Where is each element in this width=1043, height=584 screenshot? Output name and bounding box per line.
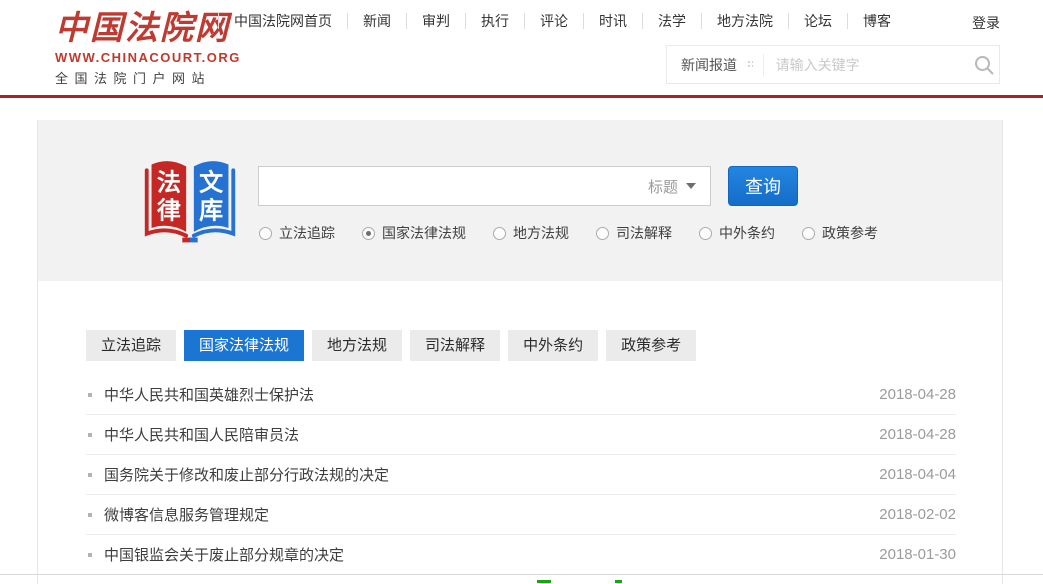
list-item: 中华人民共和国人民陪审员法 2018-04-28: [86, 415, 956, 455]
radio-legislation-tracking[interactable]: 立法追踪: [259, 223, 335, 243]
top-nav: 中国法院网首页 新闻 审判 执行 评论 时讯 法学 地方法院 论坛 博客: [218, 12, 906, 30]
law-title-link[interactable]: 国务院关于修改和废止部分行政法规的决定: [104, 464, 879, 485]
tab-local-regulations[interactable]: 地方法规: [312, 330, 402, 361]
login-link[interactable]: 登录: [972, 13, 1000, 33]
site-logo-subtitle: 全国法院门户网站: [55, 68, 255, 87]
site-logo-url: WWW.CHINACOURT.ORG: [55, 50, 255, 65]
nav-item-current[interactable]: 时讯: [583, 13, 642, 29]
bullet-icon: [88, 393, 92, 397]
radio-local-regulations[interactable]: 地方法规: [493, 223, 569, 243]
bullet-icon: [88, 433, 92, 437]
nav-item-forum[interactable]: 论坛: [788, 13, 847, 29]
radio-treaties[interactable]: 中外条约: [699, 223, 775, 243]
bullet-icon: [88, 473, 92, 477]
radio-policy-reference[interactable]: 政策参考: [802, 223, 878, 243]
radio-icon: [493, 227, 506, 240]
content-column: 法 律 文 库 标题 查询 立法追踪 国家法律法规 地方法规: [37, 120, 1003, 584]
search-category-label[interactable]: 新闻报道: [667, 55, 747, 75]
search-submit-button[interactable]: [969, 46, 999, 83]
law-date: 2018-04-04: [879, 466, 956, 483]
tab-national-laws[interactable]: 国家法律法规: [184, 330, 304, 361]
svg-text:文: 文: [199, 168, 224, 196]
law-search-field: 标题: [258, 166, 711, 206]
law-search-input[interactable]: [259, 167, 634, 205]
law-search-submit-button[interactable]: 查询: [728, 166, 798, 206]
nav-item-comment[interactable]: 评论: [524, 13, 583, 29]
nav-item-legal-studies[interactable]: 法学: [642, 13, 701, 29]
radio-judicial-interpretation[interactable]: 司法解释: [596, 223, 672, 243]
law-date: 2018-04-28: [879, 386, 956, 403]
list-item: 中华人民共和国英雄烈士保护法 2018-04-28: [86, 375, 956, 415]
radio-icon: [699, 227, 712, 240]
chevron-down-icon: [686, 183, 696, 189]
law-title-link[interactable]: 微博客信息服务管理规定: [104, 504, 879, 525]
law-date: 2018-02-02: [879, 506, 956, 523]
red-divider-rule: [0, 95, 1043, 98]
radio-icon: [259, 227, 272, 240]
law-title-link[interactable]: 中华人民共和国人民陪审员法: [104, 424, 879, 445]
law-category-radio-group: 立法追踪 国家法律法规 地方法规 司法解释 中外条约 政策参考: [259, 223, 905, 243]
search-field-dropdown[interactable]: 标题: [634, 176, 710, 197]
law-title-link[interactable]: 中国银监会关于废止部分规章的决定: [104, 544, 879, 565]
list-item: 中国银监会关于废止部分规章的决定 2018-01-30: [86, 535, 956, 575]
radio-icon: [596, 227, 609, 240]
svg-text:库: 库: [199, 197, 223, 224]
category-tab-bar: 立法追踪 国家法律法规 地方法规 司法解释 中外条约 政策参考: [86, 330, 704, 361]
law-library-panel: 法 律 文 库 标题 查询 立法追踪 国家法律法规 地方法规: [38, 120, 1002, 281]
law-date: 2018-04-28: [879, 426, 956, 443]
footer-partial-element: [537, 580, 551, 583]
nav-item-enforcement[interactable]: 执行: [465, 13, 524, 29]
nav-item-local-courts[interactable]: 地方法院: [701, 13, 788, 29]
svg-text:法: 法: [157, 169, 181, 196]
nav-item-blog[interactable]: 博客: [847, 13, 906, 29]
category-grid-dots-icon[interactable]: [747, 60, 753, 69]
law-date: 2018-01-30: [879, 546, 956, 563]
law-list: 中华人民共和国英雄烈士保护法 2018-04-28 中华人民共和国人民陪审员法 …: [86, 375, 956, 575]
nav-item-trial[interactable]: 审判: [406, 13, 465, 29]
footer-partial-element: [615, 580, 622, 583]
bottom-divider-rule: [0, 574, 1043, 575]
list-item: 国务院关于修改和废止部分行政法规的决定 2018-04-04: [86, 455, 956, 495]
nav-item-home[interactable]: 中国法院网首页: [218, 13, 347, 29]
bullet-icon: [88, 513, 92, 517]
search-icon: [972, 53, 996, 77]
tab-treaties[interactable]: 中外条约: [508, 330, 598, 361]
top-search-bar: 新闻报道: [666, 45, 1000, 84]
law-library-book-logo: 法 律 文 库: [140, 156, 240, 248]
svg-text:律: 律: [157, 197, 181, 224]
keyword-search-input[interactable]: [764, 57, 969, 73]
radio-national-laws[interactable]: 国家法律法规: [362, 223, 466, 243]
tab-policy-reference[interactable]: 政策参考: [606, 330, 696, 361]
tab-judicial-interpretation[interactable]: 司法解释: [410, 330, 500, 361]
tab-legislation-tracking[interactable]: 立法追踪: [86, 330, 176, 361]
law-title-link[interactable]: 中华人民共和国英雄烈士保护法: [104, 384, 879, 405]
radio-icon: [362, 227, 375, 240]
bullet-icon: [88, 553, 92, 557]
radio-icon: [802, 227, 815, 240]
list-item: 微博客信息服务管理规定 2018-02-02: [86, 495, 956, 535]
nav-item-news[interactable]: 新闻: [347, 13, 406, 29]
search-field-selected-option: 标题: [648, 176, 678, 197]
